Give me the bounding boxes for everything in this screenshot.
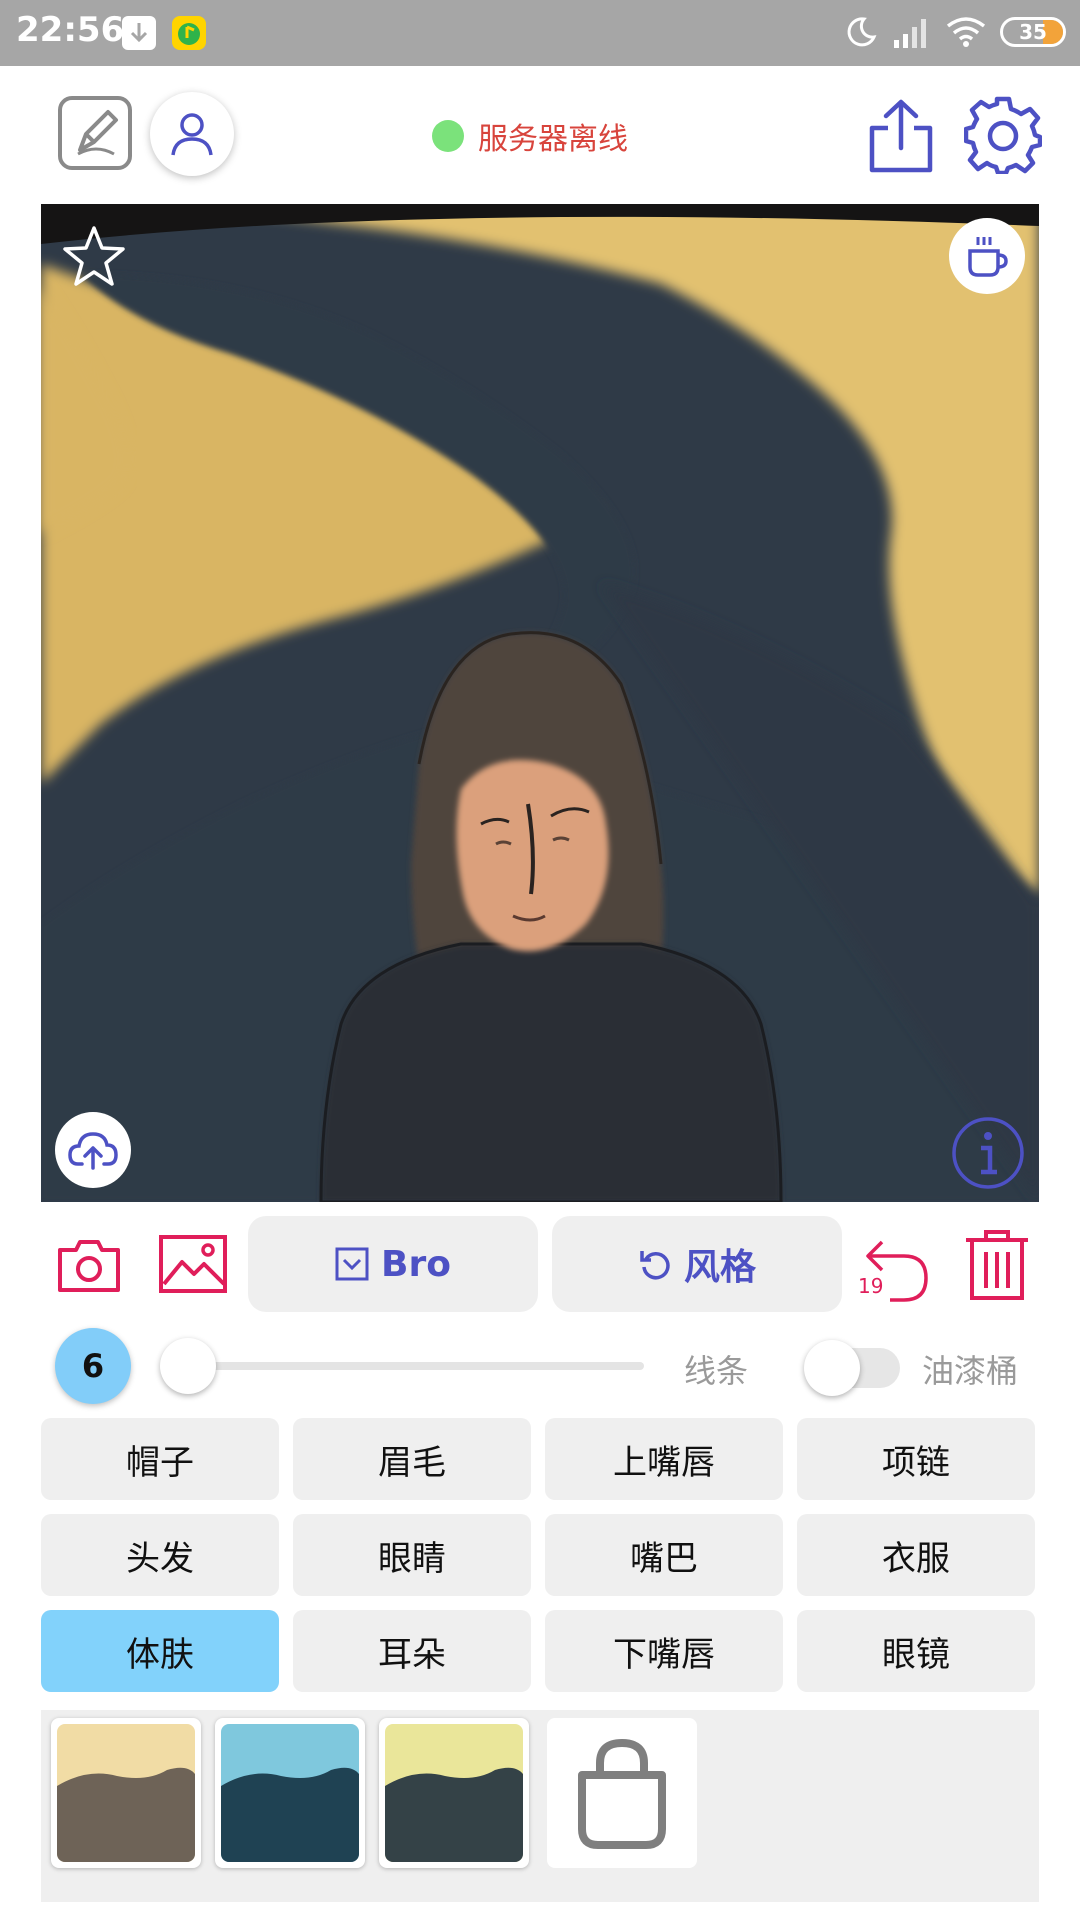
brush-controls: 6 线条 油漆桶 <box>0 1326 1080 1406</box>
music-app-notification-icon <box>172 16 206 50</box>
top-bar: 服务器离线 <box>0 66 1080 204</box>
server-status: 服务器离线 <box>432 114 628 158</box>
info-icon[interactable] <box>951 1116 1025 1190</box>
gear-icon[interactable] <box>963 96 1043 176</box>
status-time: 22:56 <box>16 10 125 50</box>
canvas-artwork <box>41 204 1039 1202</box>
style-thumbnail-image <box>57 1724 195 1862</box>
part-button[interactable]: 眉毛 <box>293 1418 531 1500</box>
style-button[interactable]: 风格 <box>552 1216 842 1312</box>
trash-icon[interactable] <box>962 1228 1032 1302</box>
checkbox-icon <box>335 1247 369 1281</box>
part-selector-grid: 帽子 眉毛 上嘴唇 项链头发 眼睛 嘴巴 衣服体肤 耳朵 下嘴唇 眼镜 <box>41 1418 1039 1692</box>
tool-row: Bro 风格 19 <box>0 1216 1080 1312</box>
undo-count: 19 <box>858 1274 884 1298</box>
style-thumbnail-image <box>221 1724 359 1862</box>
cloud-upload-icon <box>68 1132 118 1170</box>
bro-label: Bro <box>381 1243 451 1285</box>
shopping-bag-icon <box>578 1738 666 1849</box>
download-notification-icon <box>122 16 156 50</box>
part-button[interactable]: 眼睛 <box>293 1514 531 1596</box>
status-bar: 22:56 35 <box>0 0 1080 66</box>
coffee-cup-button[interactable] <box>949 218 1025 294</box>
part-button[interactable]: 眼镜 <box>797 1610 1035 1692</box>
drawing-canvas[interactable] <box>41 204 1039 1202</box>
style-thumbnail[interactable] <box>215 1718 365 1868</box>
part-button[interactable]: 帽子 <box>41 1418 279 1500</box>
style-label: 风格 <box>683 1247 756 1288</box>
server-status-text: 服务器离线 <box>478 122 628 157</box>
user-icon <box>171 113 213 156</box>
camera-icon[interactable] <box>56 1236 122 1294</box>
bro-button[interactable]: Bro <box>248 1216 538 1312</box>
signal-icon <box>894 19 926 48</box>
brush-size-slider[interactable] <box>188 1362 644 1370</box>
part-button[interactable]: 耳朵 <box>293 1610 531 1692</box>
part-button[interactable]: 项链 <box>797 1418 1035 1500</box>
image-icon[interactable] <box>158 1234 228 1294</box>
paint-bucket-toggle-thumb[interactable] <box>804 1340 860 1396</box>
refresh-icon <box>640 1251 670 1280</box>
part-button[interactable]: 下嘴唇 <box>545 1610 783 1692</box>
coffee-cup-icon <box>968 237 1008 277</box>
star-icon[interactable] <box>61 224 127 290</box>
battery-icon: 35 <box>1000 17 1066 47</box>
part-button[interactable]: 衣服 <box>797 1514 1035 1596</box>
style-shop-button[interactable] <box>547 1718 697 1868</box>
moon-icon <box>847 17 877 47</box>
server-status-dot <box>432 120 464 152</box>
paint-bucket-label: 油漆桶 <box>922 1352 1019 1390</box>
style-thumbnail[interactable] <box>379 1718 529 1868</box>
line-label: 线条 <box>684 1352 749 1390</box>
edit-icon[interactable] <box>56 94 134 172</box>
brush-size-badge: 6 <box>55 1328 131 1404</box>
brush-size-slider-thumb[interactable] <box>160 1338 216 1394</box>
style-thumbnail[interactable] <box>51 1718 201 1868</box>
share-icon[interactable] <box>866 98 936 174</box>
user-button[interactable] <box>150 92 234 176</box>
part-button[interactable]: 头发 <box>41 1514 279 1596</box>
battery-level: 35 <box>1019 20 1047 44</box>
style-tray <box>41 1710 1039 1902</box>
part-button[interactable]: 上嘴唇 <box>545 1418 783 1500</box>
wifi-icon <box>946 17 986 47</box>
status-indicators: 35 <box>844 12 1066 52</box>
part-button[interactable]: 嘴巴 <box>545 1514 783 1596</box>
style-thumbnail-image <box>385 1724 523 1862</box>
part-button[interactable]: 体肤 <box>41 1610 279 1692</box>
cloud-upload-button[interactable] <box>55 1112 131 1188</box>
